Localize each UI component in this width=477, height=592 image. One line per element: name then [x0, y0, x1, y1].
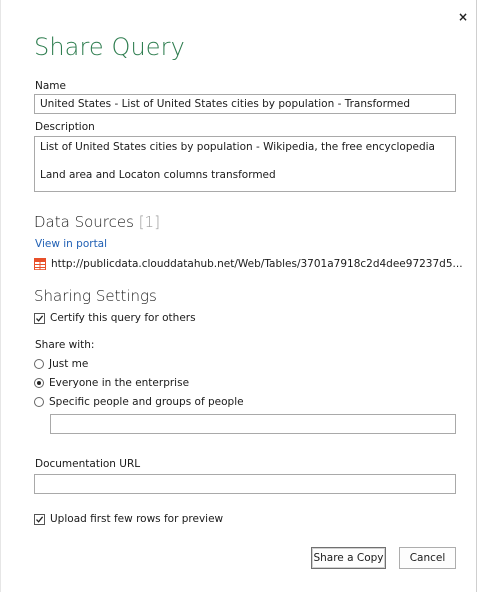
data-source-item: http://publicdata.clouddatahub.net/Web/T…	[34, 257, 463, 271]
upload-preview-checkbox-row[interactable]: Upload first few rows for preview	[34, 513, 223, 525]
description-label: Description	[35, 121, 95, 133]
close-icon[interactable]: ×	[458, 10, 468, 24]
checkmark-icon	[36, 314, 44, 322]
radio-label: Everyone in the enterprise	[49, 377, 190, 389]
name-field[interactable]: United States - List of United States ci…	[34, 94, 456, 114]
upload-preview-checkbox[interactable]	[34, 513, 45, 525]
people-groups-input[interactable]	[50, 414, 456, 434]
dialog-title: Share Query	[34, 33, 185, 61]
data-source-url: http://publicdata.clouddatahub.net/Web/T…	[51, 258, 463, 270]
cancel-button[interactable]: Cancel	[399, 547, 456, 569]
share-with-label: Share with:	[35, 339, 95, 351]
radio-label: Just me	[49, 358, 89, 370]
radio-button[interactable]	[34, 359, 44, 369]
sharing-settings-heading: Sharing Settings	[34, 287, 157, 305]
view-in-portal-link[interactable]: View in portal	[35, 238, 107, 250]
description-line: List of United States cities by populati…	[40, 141, 435, 153]
radio-label: Specific people and groups of people	[49, 396, 244, 408]
radio-button[interactable]	[34, 378, 44, 388]
radio-button[interactable]	[34, 397, 44, 407]
share-copy-button[interactable]: Share a Copy	[311, 547, 386, 569]
data-sources-count: [1]	[138, 213, 160, 231]
checkmark-icon	[36, 515, 44, 523]
radio-specific-people[interactable]: Specific people and groups of people	[34, 396, 244, 408]
documentation-url-field[interactable]	[34, 474, 456, 494]
documentation-url-label: Documentation URL	[35, 458, 141, 470]
description-field[interactable]: List of United States cities by populati…	[34, 136, 456, 192]
certify-checkbox[interactable]	[34, 312, 45, 324]
upload-preview-label: Upload first few rows for preview	[50, 513, 224, 525]
description-line	[40, 154, 450, 168]
radio-just-me[interactable]: Just me	[34, 358, 88, 370]
data-sources-title: Data Sources	[34, 213, 134, 231]
name-label: Name	[35, 80, 66, 92]
radio-everyone-enterprise[interactable]: Everyone in the enterprise	[34, 377, 189, 389]
description-line: Land area and Locaton columns transforme…	[40, 169, 276, 181]
close-button[interactable]: ×	[456, 10, 470, 24]
data-sources-heading: Data Sources [1]	[34, 213, 160, 231]
radio-selected-dot	[37, 381, 41, 385]
table-icon	[34, 258, 46, 270]
certify-checkbox-row[interactable]: Certify this query for others	[34, 312, 196, 324]
share-query-dialog: × Share Query Name United States - List …	[0, 0, 477, 592]
certify-label: Certify this query for others	[50, 312, 196, 324]
